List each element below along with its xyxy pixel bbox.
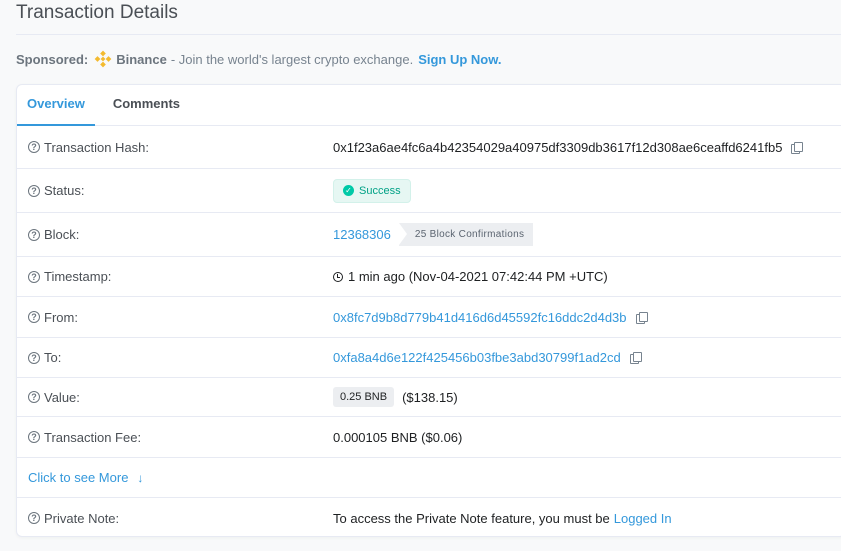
copy-icon[interactable] xyxy=(629,352,642,364)
row-timestamp: ? Timestamp: 1 min ago (Nov-04-2021 07:4… xyxy=(17,257,841,297)
to-label: To: xyxy=(44,350,62,365)
timestamp-label: Timestamp: xyxy=(44,269,112,284)
sponsored-banner: Sponsored: Binance - Join the world's la… xyxy=(16,50,502,68)
transaction-hash-label: Transaction Hash: xyxy=(44,139,150,155)
status-value: Success xyxy=(359,184,401,197)
private-note-text: To access the Private Note feature, you … xyxy=(333,510,610,526)
help-icon[interactable]: ? xyxy=(28,228,40,241)
value-label: Value: xyxy=(44,389,80,405)
clock-icon xyxy=(333,271,343,282)
transaction-fee-value: 0.000105 BNB ($0.06) xyxy=(333,429,463,445)
sponsor-text: - Join the world's largest crypto exchan… xyxy=(170,51,414,67)
help-icon[interactable]: ? xyxy=(28,184,40,197)
row-from: ? From: 0x8fc7d9b8d779b41d416d6d45592fc1… xyxy=(17,297,841,338)
transaction-card: Overview Comments ? Transaction Hash: 0x… xyxy=(16,84,841,537)
tab-bar: Overview Comments xyxy=(17,85,841,126)
check-circle-icon: ✓ xyxy=(343,185,354,196)
row-block: ? Block: 12368306 25 Block Confirmations xyxy=(17,213,841,257)
row-transaction-hash: ? Transaction Hash: 0x1f23a6ae4fc6a4b423… xyxy=(17,126,841,169)
row-private-note: ? Private Note: To access the Private No… xyxy=(17,498,841,538)
help-icon[interactable]: ? xyxy=(28,311,40,323)
row-to: ? To: 0xfa8a4d6e122f425456b03fbe3abd3079… xyxy=(17,338,841,378)
block-label: Block: xyxy=(44,227,80,242)
arrow-down-icon: ↓ xyxy=(137,470,144,485)
binance-logo-icon xyxy=(94,50,112,68)
tab-comments[interactable]: Comments xyxy=(103,85,190,126)
status-label: Status: xyxy=(44,183,85,198)
value-usd: ($138.15) xyxy=(402,389,458,405)
value-amount-badge: 0.25 BNB xyxy=(333,387,395,407)
from-label: From: xyxy=(44,309,78,325)
help-icon[interactable]: ? xyxy=(28,431,40,443)
see-more-label: Click to see More xyxy=(28,470,129,485)
sign-up-link[interactable]: Sign Up Now. xyxy=(418,52,501,67)
help-icon[interactable]: ? xyxy=(28,391,40,403)
status-badge: ✓ Success xyxy=(333,178,411,203)
help-icon[interactable]: ? xyxy=(28,270,40,283)
logged-in-link[interactable]: Logged In xyxy=(614,511,672,526)
private-note-label: Private Note: xyxy=(44,510,120,526)
help-icon[interactable]: ? xyxy=(28,141,40,153)
row-value: ? Value: 0.25 BNB ($138.15) xyxy=(17,378,841,417)
row-see-more: Click to see More ↓ xyxy=(17,458,841,498)
timestamp-value: 1 min ago (Nov-04-2021 07:42:44 PM +UTC) xyxy=(348,269,608,284)
copy-icon[interactable] xyxy=(791,141,804,154)
see-more-link[interactable]: Click to see More ↓ xyxy=(28,470,143,485)
sponsored-label: Sponsored: xyxy=(16,51,89,67)
sponsor-brand[interactable]: Binance xyxy=(116,52,167,67)
block-confirmations-badge: 25 Block Confirmations xyxy=(398,223,534,246)
help-icon[interactable]: ? xyxy=(28,351,40,364)
transaction-hash-value: 0x1f23a6ae4fc6a4b42354029a40975df3309db3… xyxy=(333,139,783,155)
to-address-link[interactable]: 0xfa8a4d6e122f425456b03fbe3abd30799f1ad2… xyxy=(333,350,621,365)
page-title: Transaction Details xyxy=(16,2,178,23)
block-number-link[interactable]: 12368306 xyxy=(333,227,391,242)
transaction-fee-label: Transaction Fee: xyxy=(44,429,142,445)
tab-overview[interactable]: Overview xyxy=(17,85,95,126)
row-transaction-fee: ? Transaction Fee: 0.000105 BNB ($0.06) xyxy=(17,417,841,458)
from-address-link[interactable]: 0x8fc7d9b8d779b41d416d6d45592fc16ddc2d4d… xyxy=(333,310,627,325)
copy-icon[interactable] xyxy=(635,311,648,324)
title-divider xyxy=(16,34,841,35)
row-status: ? Status: ✓ Success xyxy=(17,169,841,213)
help-icon[interactable]: ? xyxy=(28,512,40,524)
